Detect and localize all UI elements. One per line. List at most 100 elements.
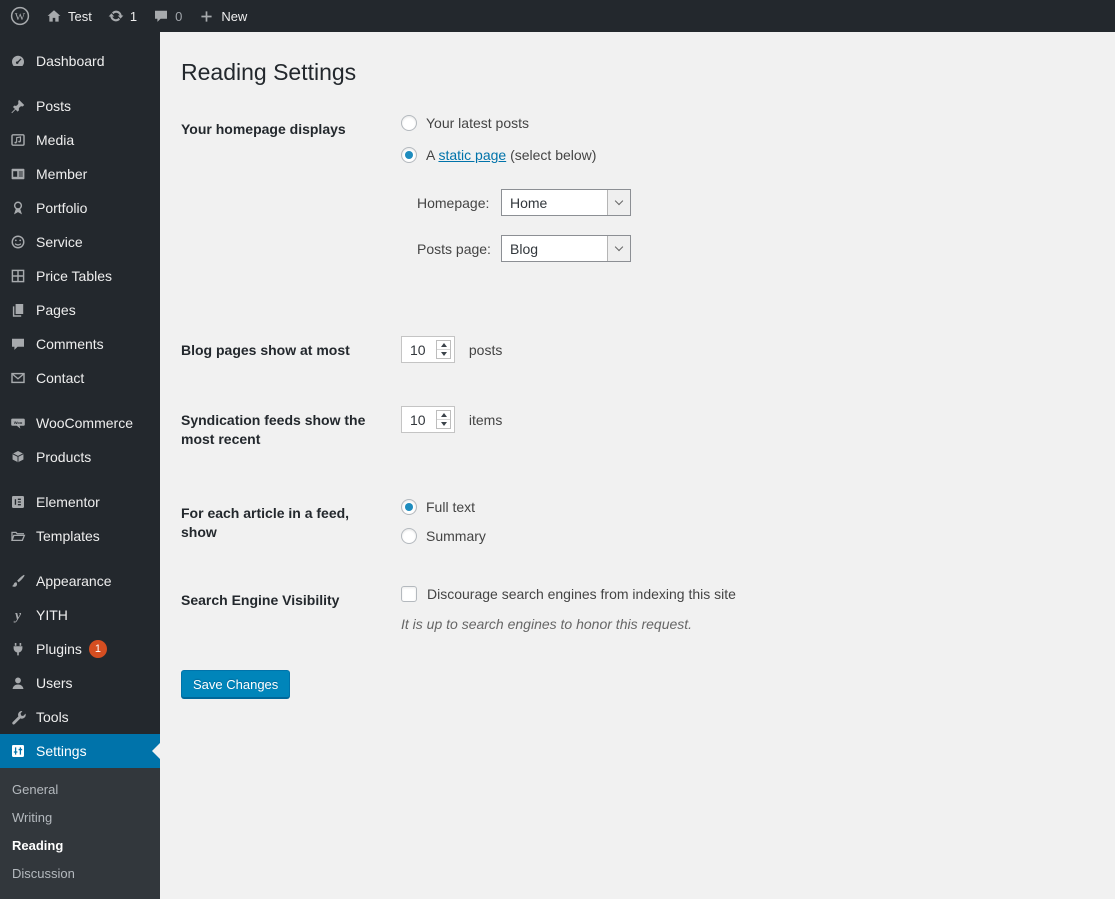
svg-text:W: W [15,11,26,23]
submenu-item-reading[interactable]: Reading [0,832,160,860]
sidebar-item-elementor[interactable]: Elementor [0,485,160,519]
number-stepper[interactable] [436,410,451,429]
sidebar-item-label: Appearance [36,573,112,589]
radio-static-page-label: A static page (select below) [426,147,597,163]
static-page-link[interactable]: static page [438,147,506,163]
sidebar-item-label: Settings [36,743,87,759]
comment-icon [8,334,28,354]
sidebar-item-label: Dashboard [36,53,105,69]
plus-icon [198,8,215,25]
radio-button-icon[interactable] [401,499,417,515]
yith-icon: y [8,605,28,625]
menu-separator [0,474,160,485]
posts-page-select-label: Posts page: [417,240,491,257]
sidebar-item-label: Tools [36,709,69,725]
wp-logo-menu[interactable]: W [2,0,38,32]
sidebar-item-member[interactable]: Member [0,157,160,191]
search-visibility-description: It is up to search engines to honor this… [401,616,693,632]
sidebar-item-posts[interactable]: Posts [0,89,160,123]
settings-submenu: General Writing Reading Discussion [0,768,160,899]
sidebar-item-dashboard[interactable]: Dashboard [0,44,160,78]
submenu-item-writing[interactable]: Writing [0,804,160,832]
radio-static-page[interactable]: A static page (select below) [401,147,631,163]
smiley-icon [8,232,28,252]
sidebar-item-portfolio[interactable]: Portfolio [0,191,160,225]
stepper-up-icon[interactable] [437,411,450,419]
sidebar-item-service[interactable]: Service [0,225,160,259]
site-name-menu[interactable]: Test [38,0,100,32]
sidebar-item-woocommerce[interactable]: Woo WooCommerce [0,406,160,440]
sidebar-item-label: Price Tables [36,268,113,284]
user-icon [8,673,28,693]
discourage-indexing-checkbox-row[interactable]: Discourage search engines from indexing … [401,586,736,602]
radio-full-text[interactable]: Full text [401,499,486,515]
homepage-displays-label: Your homepage displays [181,121,346,137]
updates-icon [108,8,124,24]
chevron-down-icon[interactable] [607,236,630,261]
homepage-select-value: Home [510,194,548,211]
sidebar-item-templates[interactable]: Templates [0,519,160,553]
sidebar-item-yith[interactable]: y YITH [0,598,160,632]
chevron-down-icon[interactable] [607,190,630,215]
number-stepper[interactable] [436,340,451,359]
menu-separator [0,78,160,89]
brush-icon [8,571,28,591]
sidebar-menu: Dashboard Posts Media Member Portfolio Servic… [0,32,160,768]
sidebar-item-pages[interactable]: Pages [0,293,160,327]
comments-menu[interactable]: 0 [145,0,190,32]
homepage-select-row: Homepage: Home [417,189,631,216]
page-title: Reading Settings [181,59,357,85]
box-icon [8,447,28,467]
radio-latest-posts[interactable]: Your latest posts [401,115,631,131]
stepper-down-icon[interactable] [437,419,450,428]
submenu-item-general[interactable]: General [0,776,160,804]
sidebar-item-comments[interactable]: Comments [0,327,160,361]
admin-bar: W Test 1 0 New [0,0,1115,32]
sidebar-item-label: Elementor [36,494,100,510]
sidebar-item-plugins[interactable]: Plugins 1 [0,632,160,666]
sidebar-item-settings[interactable]: Settings [0,734,160,768]
posts-page-select[interactable]: Blog [501,235,631,262]
admin-sidebar: Dashboard Posts Media Member Portfolio Servic… [0,32,160,899]
radio-button-icon[interactable] [401,147,417,163]
grid-icon [8,266,28,286]
sidebar-item-price-tables[interactable]: Price Tables [0,259,160,293]
elementor-icon [8,492,28,512]
radio-button-icon[interactable] [401,528,417,544]
sidebar-item-tools[interactable]: Tools [0,700,160,734]
sidebar-item-label: Member [36,166,88,182]
sidebar-item-users[interactable]: Users [0,666,160,700]
sidebar-item-label: YITH [36,607,68,623]
update-count-badge: 1 [88,640,107,658]
search-visibility-label: Search Engine Visibility [181,592,340,608]
posts-unit-label: posts [468,341,503,358]
radio-summary[interactable]: Summary [401,528,486,544]
menu-separator [0,553,160,564]
submenu-item-discussion[interactable]: Discussion [0,860,160,888]
radio-button-icon[interactable] [401,115,417,131]
blog-pages-label: Blog pages show at most [181,342,350,358]
pages-icon [8,300,28,320]
homepage-select-label: Homepage: [417,194,490,211]
sidebar-item-products[interactable]: Products [0,440,160,474]
stepper-down-icon[interactable] [437,349,450,358]
new-content-menu[interactable]: New [190,0,255,32]
updates-count: 1 [129,8,138,24]
checkbox-icon[interactable] [401,586,417,602]
stepper-up-icon[interactable] [437,341,450,349]
discourage-indexing-label: Discourage search engines from indexing … [427,586,736,602]
sidebar-item-contact[interactable]: Contact [0,361,160,395]
sidebar-item-media[interactable]: Media [0,123,160,157]
form-row-search-visibility: Search Engine Visibility Discourage sear… [181,586,1095,632]
radio-latest-posts-label: Your latest posts [426,115,529,131]
wordpress-logo-icon: W [10,6,30,26]
updates-menu[interactable]: 1 [100,0,145,32]
media-icon [8,130,28,150]
main-content: Reading Settings Your homepage displays … [160,32,1115,899]
save-changes-button[interactable]: Save Changes [181,670,291,698]
comments-bubble-icon [153,8,169,24]
sidebar-item-label: Media [36,132,75,148]
homepage-select[interactable]: Home [501,189,631,216]
sidebar-item-label: Pages [36,302,76,318]
sidebar-item-appearance[interactable]: Appearance [0,564,160,598]
